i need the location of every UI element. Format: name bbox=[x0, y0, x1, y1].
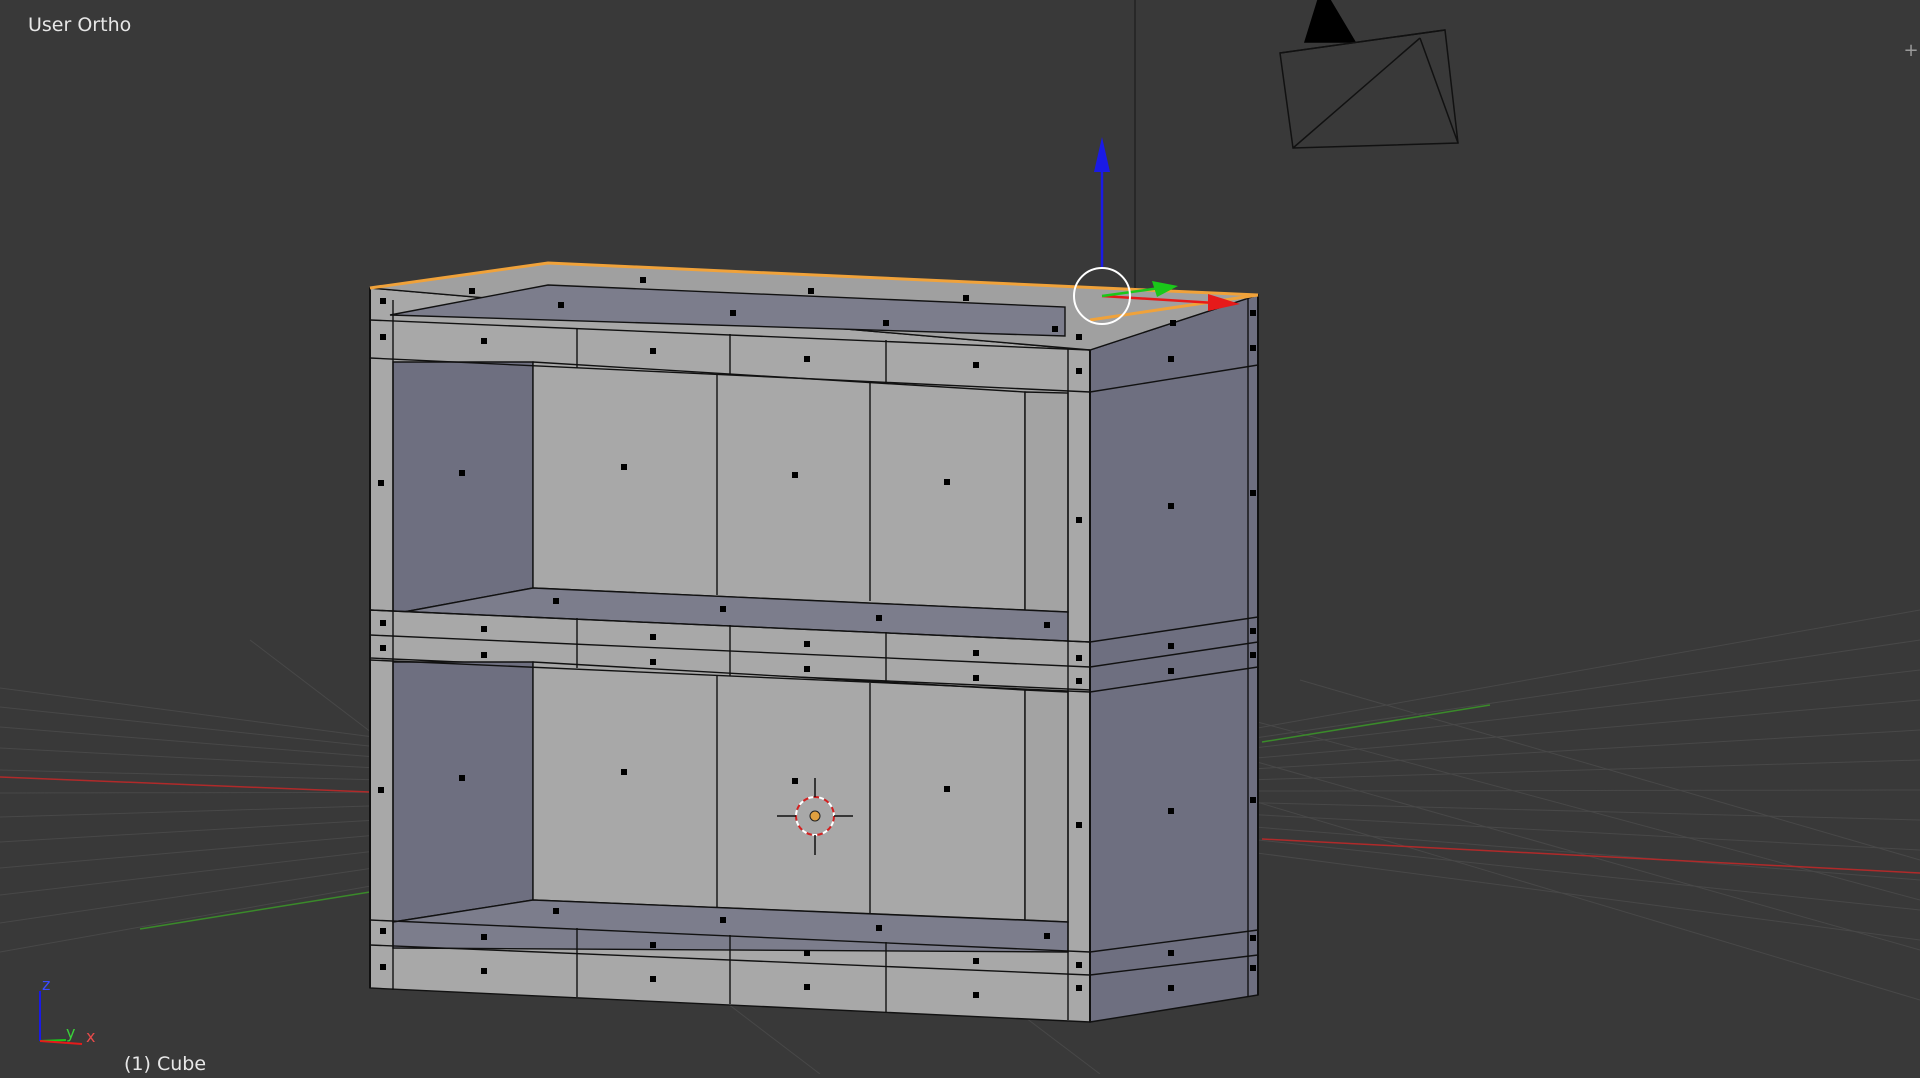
area-split-widget[interactable]: + bbox=[1902, 40, 1920, 62]
object-origin-icon bbox=[809, 810, 821, 822]
axis-y-label: y bbox=[66, 1023, 75, 1042]
x-axis-line bbox=[0, 776, 371, 793]
view-name-label: User Ortho bbox=[28, 14, 132, 36]
upper-cavity-left bbox=[392, 361, 534, 615]
y-axis-line-right bbox=[1261, 704, 1491, 743]
viewport-canvas[interactable]: z y x bbox=[0, 0, 1920, 1075]
camera-icon[interactable] bbox=[1279, 0, 1459, 149]
upper-back-panel bbox=[532, 361, 1026, 611]
side-face bbox=[1089, 294, 1259, 1023]
x-axis-line-right bbox=[1261, 838, 1920, 874]
active-object-label: (1) Cube bbox=[124, 1053, 207, 1075]
bookshelf-mesh[interactable] bbox=[369, 261, 1259, 1023]
3d-viewport[interactable]: z y x User Ortho (1) Cube + bbox=[0, 0, 1920, 1075]
lower-back-panel bbox=[532, 661, 1026, 921]
axis-x-label: x bbox=[86, 1027, 95, 1046]
lower-cavity-left bbox=[392, 661, 534, 923]
axes-gizmo: z y x bbox=[39, 975, 95, 1046]
axis-z-label: z bbox=[42, 975, 50, 994]
